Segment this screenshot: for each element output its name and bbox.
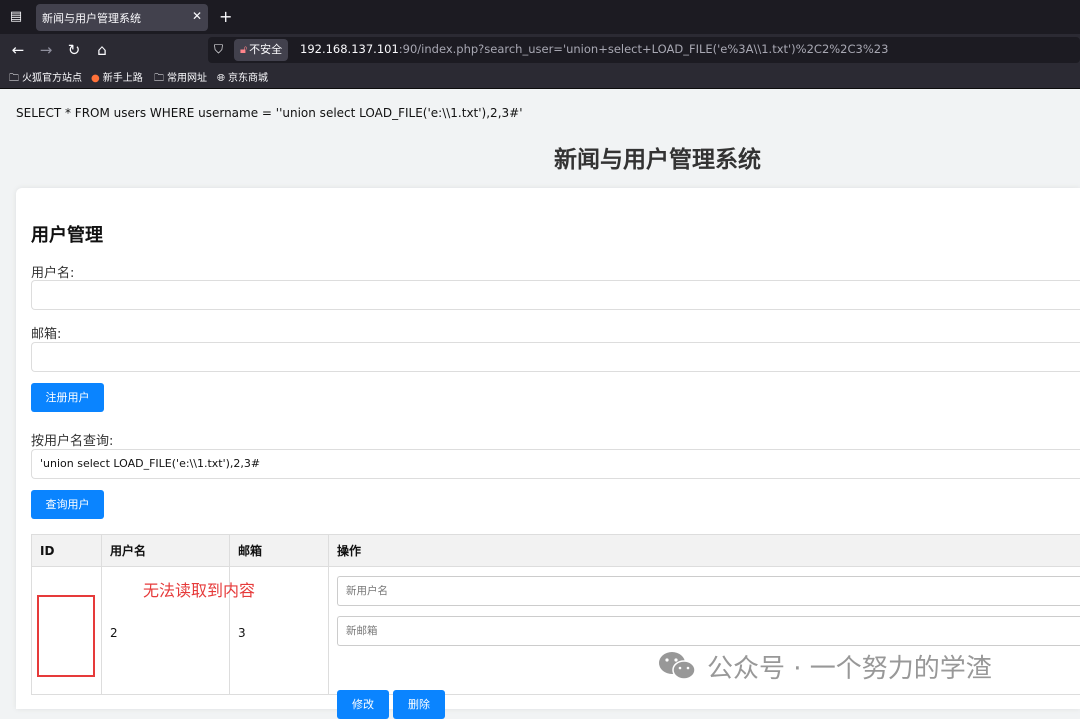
register-button[interactable]: 注册用户 — [31, 383, 104, 412]
tab-title: 新闻与用户管理系统 — [42, 12, 141, 25]
search-input[interactable]: 'union select LOAD_FILE('e:\\1.txt'),2,3… — [31, 449, 1080, 479]
edit-button[interactable]: 修改 — [337, 690, 389, 719]
watermark: 公众号 · 一个努力的学渣 — [657, 648, 992, 689]
sql-query-text: SELECT * FROM users WHERE username = ''u… — [16, 106, 523, 120]
globe-icon: 🌐︎ — [217, 73, 225, 84]
folder-icon: 🗀︎ — [9, 73, 19, 84]
annotation-note: 无法读取到内容 — [143, 581, 256, 600]
close-icon[interactable]: ✕ — [192, 9, 202, 23]
table-header-id: ID — [31, 534, 102, 567]
tab-bar: ▤ 新闻与用户管理系统 ✕ + — [0, 0, 1080, 34]
watermark-text: 公众号 · 一个努力的学渣 — [707, 654, 992, 684]
folder-icon: 🗀︎ — [154, 73, 164, 84]
site-security-badge[interactable]: 🔓︎ 不安全 — [234, 39, 289, 61]
new-username-input[interactable]: 新用户名 — [337, 576, 1080, 606]
url-text[interactable]: 192.168.137.101:90/index.php?search_user… — [300, 42, 888, 56]
username-label: 用户名: — [31, 266, 75, 281]
new-email-input[interactable]: 新邮箱 — [337, 616, 1080, 646]
wechat-icon — [657, 650, 697, 689]
username-field[interactable] — [31, 280, 1080, 310]
tab-list-icon[interactable]: ▤ — [8, 9, 24, 25]
url-path: :90/index.php?search_user='union+select+… — [398, 42, 889, 56]
bookmark-item[interactable]: 🗀︎ 火狐官方站点 — [9, 69, 82, 88]
page-title: 新闻与用户管理系统 — [554, 147, 761, 173]
firefox-icon: ● — [91, 73, 100, 84]
forward-icon[interactable]: → — [36, 40, 56, 60]
address-bar[interactable]: ⛉ 🔓︎ 不安全 192.168.137.101:90/index.php?sea… — [208, 37, 1080, 63]
search-input-value: 'union select LOAD_FILE('e:\\1.txt'),2,3… — [40, 457, 261, 470]
new-tab-button[interactable]: + — [219, 7, 232, 26]
bookmark-item[interactable]: 🗀︎ 常用网址 — [154, 69, 207, 88]
navigation-bar: ← → ↻ ⌂ ⛉ 🔓︎ 不安全 192.168.137.101:90/index… — [0, 34, 1080, 66]
delete-button[interactable]: 删除 — [393, 690, 445, 719]
email-label: 邮箱: — [31, 327, 62, 342]
back-icon[interactable]: ← — [8, 40, 28, 60]
table-header-username: 用户名 — [101, 534, 230, 567]
section-title: 用户管理 — [31, 225, 103, 246]
browser-tab[interactable]: 新闻与用户管理系统 ✕ — [36, 4, 208, 31]
lock-icon: 🔓︎ — [240, 43, 248, 56]
cell-email-value: 3 — [238, 626, 246, 640]
url-host: 192.168.137.101 — [300, 42, 399, 56]
email-field[interactable] — [31, 342, 1080, 372]
bookmark-item[interactable]: ● 新手上路 — [91, 69, 143, 84]
home-icon[interactable]: ⌂ — [92, 40, 112, 60]
insecure-label: 不安全 — [249, 43, 283, 56]
reload-icon[interactable]: ↻ — [64, 40, 84, 60]
annotation-highlight-box — [37, 595, 95, 677]
table-header-actions: 操作 — [328, 534, 1080, 567]
table-header-email: 邮箱 — [229, 534, 329, 567]
bookmark-item[interactable]: 🌐︎ 京东商城 — [217, 69, 268, 84]
search-button[interactable]: 查询用户 — [31, 490, 104, 519]
cell-username-value: 2 — [110, 626, 118, 640]
bookmarks-toolbar: 🗀︎ 火狐官方站点 ● 新手上路 🗀︎ 常用网址 🌐︎ 京东商城 — [0, 66, 1080, 89]
search-label: 按用户名查询: — [31, 434, 114, 449]
shield-icon[interactable]: ⛉ — [214, 42, 223, 57]
